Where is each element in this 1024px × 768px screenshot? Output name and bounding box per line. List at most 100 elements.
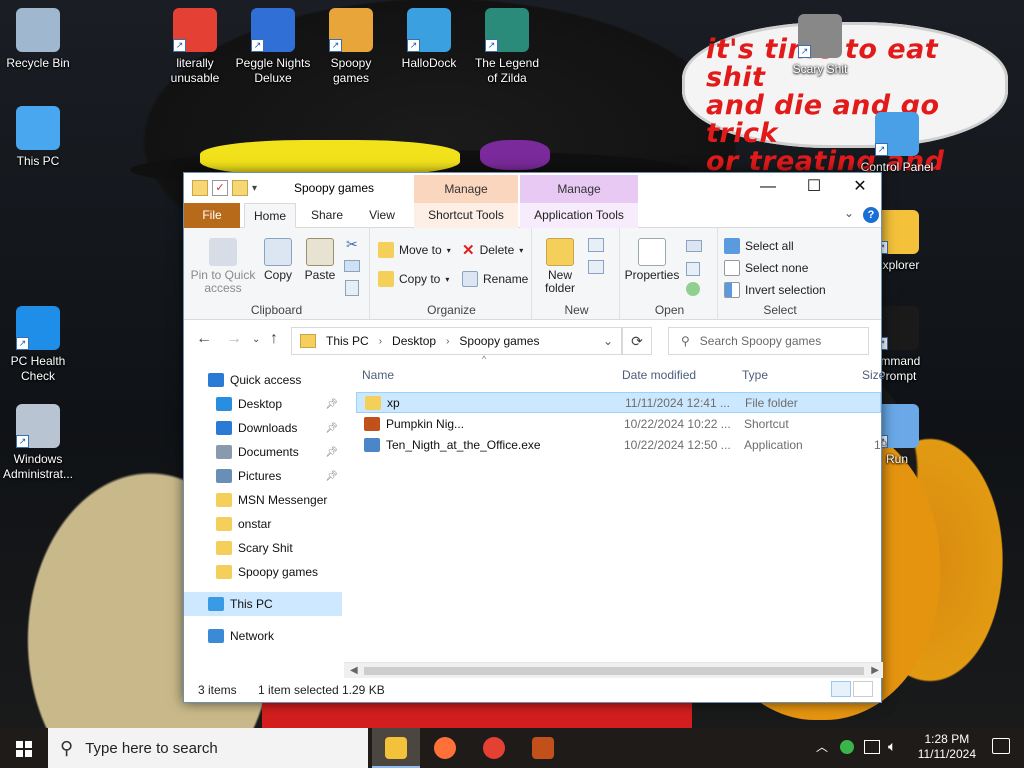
- start-button[interactable]: [0, 728, 48, 768]
- column-date-modified[interactable]: Date modified: [622, 368, 696, 382]
- column-type[interactable]: Type: [742, 368, 768, 382]
- copy-to-button[interactable]: Copy to ▾: [378, 269, 449, 289]
- nav-item-desktop[interactable]: Desktop 📌︎: [184, 392, 342, 416]
- address-bar[interactable]: This PC › Desktop › Spoopy games ⌄: [291, 327, 622, 355]
- file-row[interactable]: Pumpkin Nig... 10/22/2024 10:22 ... Shortc…: [356, 413, 881, 434]
- tab-home[interactable]: Home: [244, 203, 296, 228]
- back-arrow-icon[interactable]: ←: [196, 330, 212, 348]
- desktop-icon-hallodock[interactable]: ↗ HalloDock: [391, 8, 467, 71]
- minimize-button[interactable]: —: [745, 173, 791, 203]
- desktop-icon-this-pc[interactable]: This PC: [0, 106, 76, 169]
- taskbar-firefox-button[interactable]: [421, 728, 469, 768]
- taskbar-file-explorer-button[interactable]: [372, 728, 420, 768]
- tab-view[interactable]: View: [358, 203, 406, 228]
- desktop-icon-scary-shit[interactable]: ↗ Scary Shit: [782, 14, 858, 77]
- delete-button[interactable]: ✕ Delete ▾: [462, 240, 523, 260]
- tab-share[interactable]: Share: [302, 203, 352, 228]
- nav-item-scary-shit[interactable]: Scary Shit: [184, 536, 342, 560]
- pin-icon[interactable]: 📌︎: [325, 399, 338, 410]
- desktop-icon-label: Peggle Nights Deluxe: [235, 56, 311, 85]
- desktop-icon-the-legend-of-zilda[interactable]: ↗ The Legend of Zilda: [469, 8, 545, 86]
- select-none-button[interactable]: Select none: [724, 258, 808, 278]
- paste-button[interactable]: Paste: [300, 238, 340, 282]
- copy-path-icon[interactable]: [344, 260, 360, 272]
- chevron-down-icon[interactable]: ⌄: [844, 206, 854, 220]
- notification-center-icon[interactable]: [992, 738, 1010, 754]
- breadcrumb-spoopy-games[interactable]: Spoopy games: [459, 334, 539, 348]
- desktop-icon-recycle-bin[interactable]: Recycle Bin: [0, 8, 76, 71]
- desktop-icon-windows-administrat[interactable]: ↗ Windows Administrat...: [0, 404, 76, 482]
- column-size[interactable]: Size: [862, 368, 885, 382]
- properties-button[interactable]: Properties: [624, 238, 680, 282]
- select-none-icon: [724, 260, 740, 276]
- search-input[interactable]: ⚲ Search Spoopy games: [668, 327, 869, 355]
- move-to-button[interactable]: Move to ▾: [378, 240, 451, 260]
- new-folder-button[interactable]: New folder: [540, 238, 580, 295]
- nav-item-quick-access[interactable]: Quick access: [184, 368, 342, 392]
- title-bar[interactable]: ✓ ▾ Spoopy games Manage Manage — ☐ ✕: [184, 173, 881, 203]
- nav-item-network[interactable]: Network: [184, 624, 342, 648]
- wallpaper-red-band: [262, 702, 692, 728]
- desktop-icon-peggle-nights-deluxe[interactable]: ↗ Peggle Nights Deluxe: [235, 8, 311, 86]
- paste-shortcut-icon[interactable]: [345, 280, 359, 296]
- open-icon[interactable]: [686, 240, 702, 252]
- properties-check-icon[interactable]: ✓: [212, 180, 228, 196]
- help-icon[interactable]: ?: [863, 207, 879, 223]
- file-explorer-window[interactable]: ✓ ▾ Spoopy games Manage Manage — ☐ ✕ Fil…: [183, 172, 887, 703]
- tab-application-tools[interactable]: Application Tools: [520, 203, 638, 228]
- nav-item-this-pc[interactable]: This PC: [184, 592, 342, 616]
- tab-shortcut-tools[interactable]: Shortcut Tools: [414, 203, 518, 228]
- cut-icon[interactable]: ✂: [346, 236, 358, 253]
- select-all-button[interactable]: Select all: [724, 236, 794, 256]
- nav-item-documents[interactable]: Documents 📌︎: [184, 440, 342, 464]
- large-icons-view-icon[interactable]: [853, 681, 873, 697]
- qa-dropdown-icon[interactable]: ▾: [252, 183, 257, 194]
- file-row[interactable]: xp 11/11/2024 12:41 ... File folder: [356, 392, 881, 413]
- close-button[interactable]: ✕: [837, 173, 883, 203]
- taskbar-search[interactable]: ⚲ Type here to search: [48, 728, 368, 768]
- new-item-icon[interactable]: [588, 238, 604, 252]
- recent-locations-icon[interactable]: ⌄: [252, 334, 260, 345]
- nav-item-pictures[interactable]: Pictures 📌︎: [184, 464, 342, 488]
- pin-icon[interactable]: 📌︎: [325, 471, 338, 482]
- desktop-icon-pc-health-check[interactable]: ↗ PC Health Check: [0, 306, 76, 384]
- taskbar-chrome-button[interactable]: [470, 728, 518, 768]
- desktop-icon-control-panel[interactable]: ↗ Control Panel: [859, 112, 935, 175]
- edit-icon[interactable]: [686, 262, 700, 276]
- document-icon: [216, 445, 232, 459]
- address-dropdown-icon[interactable]: ⌄: [603, 334, 613, 348]
- tab-file[interactable]: File: [184, 203, 240, 228]
- file-row[interactable]: Ten_Nigth_at_the_Office.exe 10/22/2024 12…: [356, 434, 887, 455]
- invert-selection-button[interactable]: Invert selection: [724, 280, 826, 300]
- easy-access-icon[interactable]: [588, 260, 604, 274]
- nav-item-msn-messenger[interactable]: MSN Messenger: [184, 488, 342, 512]
- column-name[interactable]: Name: [362, 368, 394, 382]
- taskbar-game-app-button[interactable]: [519, 728, 567, 768]
- nav-item-downloads[interactable]: Downloads 📌︎: [184, 416, 342, 440]
- details-view-icon[interactable]: [831, 681, 851, 697]
- nav-item-onstar[interactable]: onstar: [184, 512, 342, 536]
- pin-quick-access-button[interactable]: Pin to Quick access: [190, 238, 256, 295]
- forward-arrow-icon[interactable]: →: [226, 330, 242, 348]
- pin-icon[interactable]: 📌︎: [325, 447, 338, 458]
- people-icon[interactable]: [840, 740, 854, 754]
- volume-icon[interactable]: 🔈︎: [888, 738, 896, 755]
- pin-icon[interactable]: 📌︎: [325, 423, 338, 434]
- show-hidden-icons[interactable]: ︿: [816, 738, 828, 755]
- up-arrow-icon[interactable]: ↑: [270, 330, 278, 348]
- nav-item-spoopy-games[interactable]: Spoopy games: [184, 560, 342, 584]
- desktop-icon-spoopy-games[interactable]: ↗ Spoopy games: [313, 8, 389, 86]
- network-icon[interactable]: [864, 740, 880, 754]
- desktop-icon-literally-unusable[interactable]: ↗ literally unusable: [157, 8, 233, 86]
- maximize-button[interactable]: ☐: [791, 173, 837, 203]
- scrollbar-thumb[interactable]: [364, 667, 864, 675]
- breadcrumb-desktop[interactable]: Desktop: [392, 334, 436, 348]
- clock[interactable]: 1:28 PM 11/11/2024: [918, 732, 976, 762]
- breadcrumb-this-pc[interactable]: This PC: [326, 334, 369, 348]
- history-icon[interactable]: [686, 282, 700, 296]
- refresh-button[interactable]: ⟳: [622, 327, 652, 355]
- rename-button[interactable]: Rename: [462, 269, 528, 289]
- computer-icon: [208, 597, 224, 611]
- copy-button[interactable]: Copy: [260, 238, 296, 282]
- new-folder-small-icon[interactable]: [232, 180, 248, 196]
